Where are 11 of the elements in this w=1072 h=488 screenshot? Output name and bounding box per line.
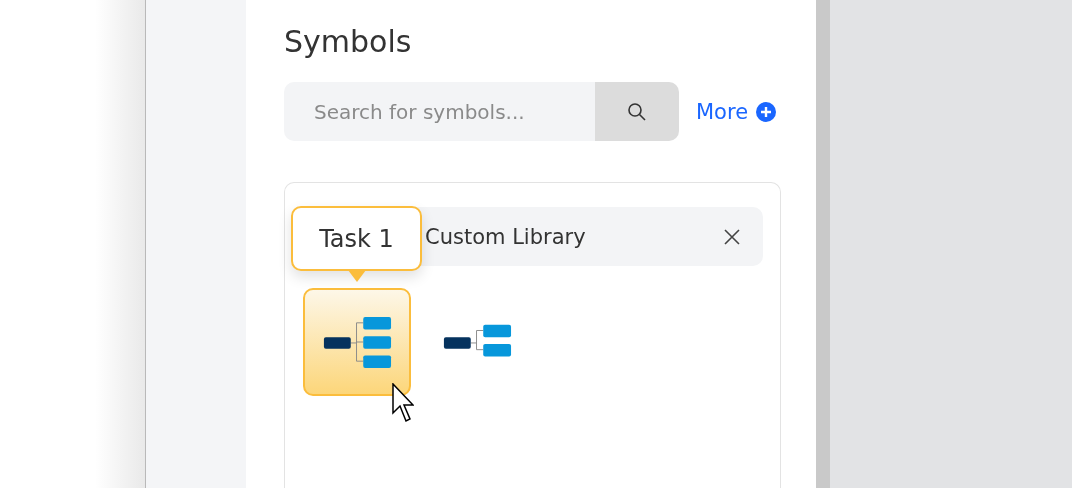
- search-field[interactable]: Search for symbols...: [284, 82, 595, 141]
- library-title: Custom Library: [425, 224, 586, 249]
- pointer-cursor-icon: [392, 383, 414, 423]
- more-link[interactable]: More: [696, 99, 777, 124]
- close-button[interactable]: [723, 227, 741, 246]
- plus-circle-icon: [756, 101, 777, 122]
- mind-map-icon: [322, 315, 392, 369]
- tooltip-arrow-icon: [348, 270, 366, 282]
- tooltip: Task 1: [291, 206, 422, 271]
- search-icon: [627, 101, 647, 122]
- panel-title: Symbols: [284, 23, 413, 61]
